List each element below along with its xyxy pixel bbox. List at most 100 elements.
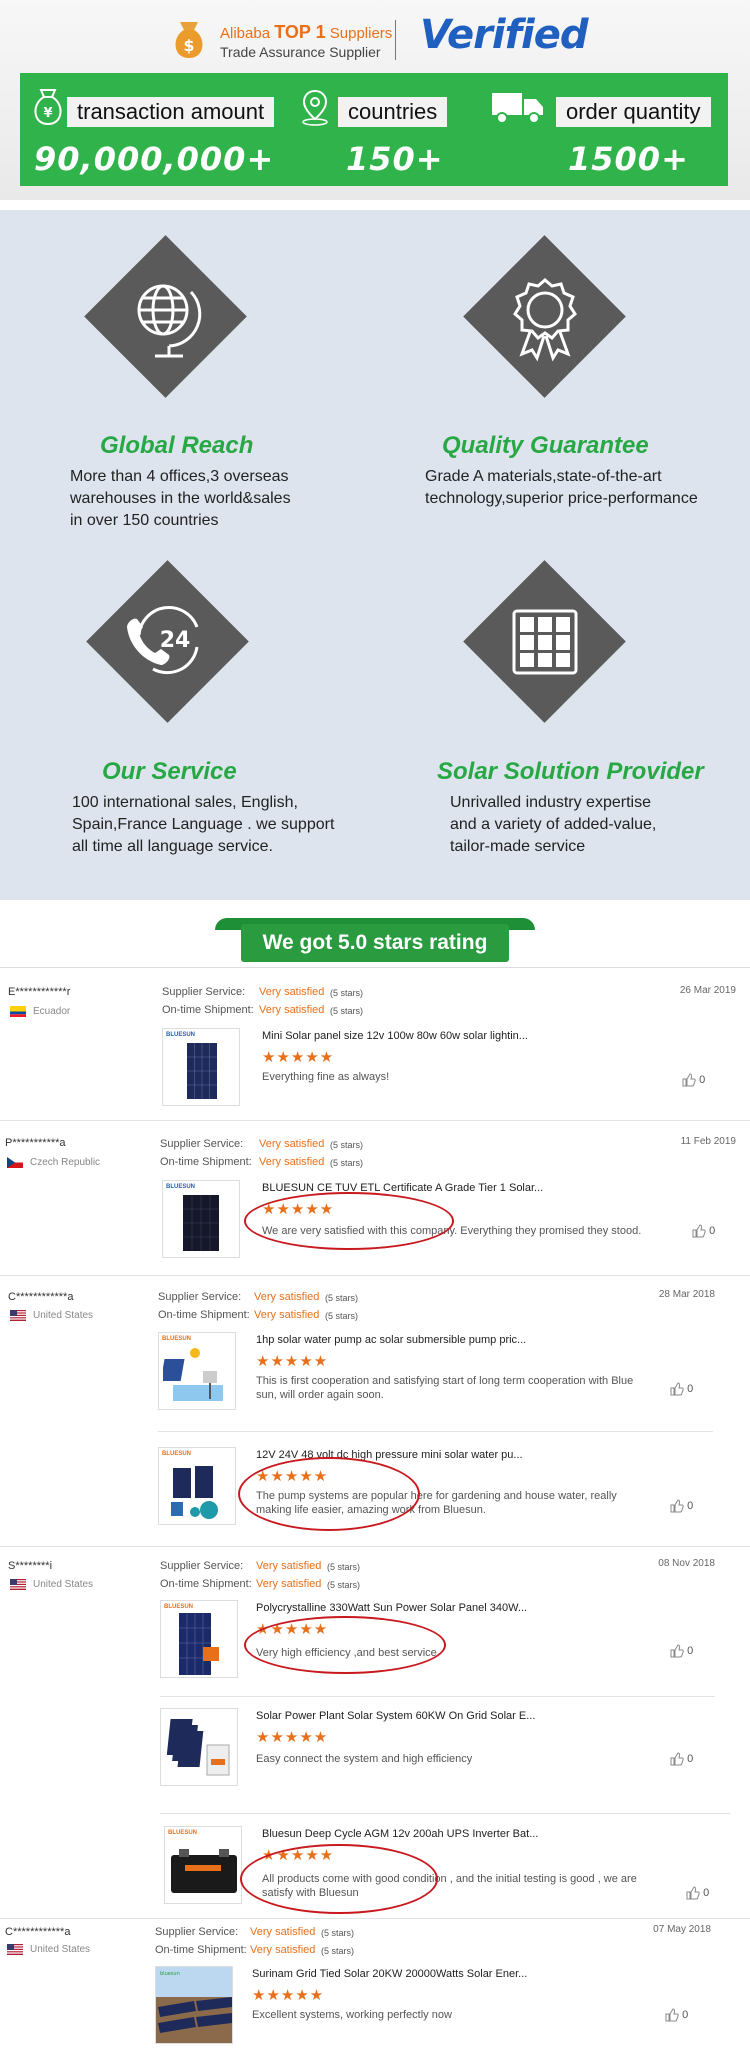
like-button[interactable]: 0 bbox=[692, 1224, 715, 1238]
like-button[interactable]: 0 bbox=[686, 1886, 709, 1900]
product-title-link[interactable]: BLUESUN CE TUV ETL Certificate A Grade T… bbox=[262, 1182, 543, 1194]
rating-stars: ★★★★★ bbox=[252, 1987, 325, 2004]
ecuador-flag-icon bbox=[10, 1006, 26, 1017]
divider bbox=[0, 967, 750, 968]
svg-text:$: $ bbox=[183, 36, 194, 55]
globe-icon bbox=[137, 284, 202, 358]
money-bag-icon: $ bbox=[175, 22, 203, 58]
suppliers-text: Suppliers bbox=[329, 25, 393, 42]
brand-divider bbox=[395, 20, 396, 60]
battery-image bbox=[171, 1849, 237, 1893]
shipment-label: On-time Shipment: bbox=[155, 1944, 247, 1956]
thumb-brand: BLUESUN bbox=[162, 1336, 192, 1342]
review-block: E************r Ecuador Supplier Service:… bbox=[0, 980, 750, 1130]
rating-title: We got 5.0 stars rating bbox=[241, 924, 509, 962]
solar-panel-image bbox=[187, 1043, 217, 1099]
review-block: S********i United States Supplier Servic… bbox=[0, 1556, 750, 1916]
shipment-stars: (5 stars) bbox=[330, 1006, 364, 1016]
reviewer-country: United States bbox=[33, 1579, 94, 1590]
verified-logo: Verified bbox=[420, 12, 588, 58]
review-item: BLUESUN 1hp solar water pump ac solar su… bbox=[158, 1332, 750, 1422]
review-block: P***********a Czech Republic Supplier Se… bbox=[0, 1132, 750, 1282]
product-thumbnail[interactable]: BLUESUN bbox=[164, 1826, 242, 1904]
like-button[interactable]: 0 bbox=[670, 1382, 693, 1396]
like-button[interactable]: 0 bbox=[665, 2008, 688, 2022]
highlight-ellipse bbox=[238, 1457, 420, 1531]
product-thumbnail[interactable]: BLUESUN bbox=[162, 1028, 240, 1106]
product-title-link[interactable]: 1hp solar water pump ac solar submersibl… bbox=[256, 1334, 526, 1346]
shipment-label: On-time Shipment: bbox=[160, 1156, 252, 1168]
water-pump-diagram bbox=[163, 1348, 223, 1401]
like-button[interactable]: 0 bbox=[670, 1499, 693, 1513]
review-comment: This is first cooperation and satisfying… bbox=[256, 1375, 634, 1401]
supplier-service-value: Very satisfied bbox=[259, 986, 325, 998]
thumbs-up-icon bbox=[670, 1499, 684, 1513]
review-item: BLUESUN 12V 24V 48 volt dc high pressure… bbox=[158, 1447, 750, 1537]
product-thumbnail[interactable]: bluesun bbox=[155, 1966, 233, 2044]
like-count: 0 bbox=[687, 1499, 694, 1512]
thumb-brand: BLUESUN bbox=[162, 1451, 192, 1457]
review-item: bluesun Surinam Grid Tied Solar 20KW 200… bbox=[155, 1966, 750, 2056]
phone-24-icon: 24 bbox=[127, 606, 199, 675]
shipment-value: Very satisfied bbox=[259, 1156, 325, 1168]
product-thumbnail[interactable]: BLUESUN bbox=[160, 1600, 238, 1678]
feature-desc-service: 100 international sales, English, Spain,… bbox=[72, 794, 335, 855]
like-count: 0 bbox=[703, 1886, 710, 1899]
solar-panel-icon bbox=[512, 609, 578, 675]
stat-value-transaction: 90,000,000+ bbox=[34, 140, 275, 178]
supplier-service-stars: (5 stars) bbox=[330, 988, 364, 998]
stat-value-countries: 150+ bbox=[346, 140, 444, 178]
reviewer-name: E************r bbox=[8, 986, 71, 998]
review-block: C************a United States Supplier Se… bbox=[0, 1922, 750, 2058]
page: $ Alibaba TOP 1 Suppliers Trade Assuranc… bbox=[0, 0, 750, 2058]
review-item: BLUESUN BLUESUN CE TUV ETL Certificate A… bbox=[162, 1180, 750, 1270]
product-thumbnail[interactable]: BLUESUN bbox=[158, 1332, 236, 1410]
like-button[interactable]: 0 bbox=[670, 1752, 693, 1766]
product-thumbnail[interactable]: BLUESUN bbox=[158, 1447, 236, 1525]
reviewer-name: C************a bbox=[5, 1926, 71, 1938]
review-date: 08 Nov 2018 bbox=[658, 1558, 715, 1569]
like-button[interactable]: 0 bbox=[682, 1073, 705, 1087]
feature-desc-global-reach: More than 4 offices,3 overseas warehouse… bbox=[70, 468, 291, 529]
review-date: 07 May 2018 bbox=[653, 1924, 711, 1935]
reviewer-country: United States bbox=[33, 1310, 94, 1321]
product-title-link[interactable]: Bluesun Deep Cycle AGM 12v 200ah UPS Inv… bbox=[262, 1828, 538, 1840]
supplier-service-stars: (5 stars) bbox=[330, 1140, 364, 1150]
review-divider bbox=[0, 1546, 750, 1547]
rating-stars: ★★★★★ bbox=[256, 1353, 329, 1370]
product-title-link[interactable]: Polycrystalline 330Watt Sun Power Solar … bbox=[256, 1602, 527, 1614]
item-divider bbox=[160, 1813, 730, 1814]
rating-stars: ★★★★★ bbox=[256, 1729, 329, 1746]
product-title-link[interactable]: Solar Power Plant Solar System 60KW On G… bbox=[256, 1710, 535, 1722]
money-bag-icon: ¥ bbox=[34, 89, 62, 126]
feature-title-solar: Solar Solution Provider bbox=[437, 758, 704, 785]
review-date: 26 Mar 2019 bbox=[679, 985, 736, 996]
item-divider bbox=[160, 1696, 715, 1697]
reviewer-name: C************a bbox=[8, 1291, 74, 1303]
supplier-service-label: Supplier Service: bbox=[162, 986, 246, 998]
review-block: C************a United States Supplier Se… bbox=[0, 1286, 750, 1556]
feature-desc-solar: Unrivalled industry expertise and a vari… bbox=[450, 794, 657, 855]
like-count: 0 bbox=[699, 1073, 706, 1086]
supplier-banner: $ Alibaba TOP 1 Suppliers Trade Assuranc… bbox=[0, 0, 750, 200]
review-date: 11 Feb 2019 bbox=[680, 1136, 736, 1147]
product-thumbnail[interactable] bbox=[160, 1708, 238, 1786]
solar-system-image bbox=[167, 1719, 230, 1776]
product-title-link[interactable]: Mini Solar panel size 12v 100w 80w 60w s… bbox=[262, 1030, 528, 1042]
features-section: Global Reach More than 4 offices,3 overs… bbox=[0, 210, 750, 900]
trade-assurance-text: Trade Assurance Supplier bbox=[220, 44, 381, 60]
shipment-stars: (5 stars) bbox=[327, 1580, 361, 1590]
like-count: 0 bbox=[709, 1224, 716, 1237]
supplier-service-label: Supplier Service: bbox=[160, 1138, 244, 1150]
product-thumbnail[interactable]: BLUESUN bbox=[162, 1180, 240, 1258]
solar-panel-image bbox=[179, 1613, 219, 1675]
supplier-service-value: Very satisfied bbox=[259, 1138, 325, 1150]
shipment-value: Very satisfied bbox=[254, 1309, 320, 1321]
rating-header: We got 5.0 stars rating bbox=[215, 918, 535, 964]
solar-farm-image: bluesun bbox=[156, 1967, 232, 2043]
like-button[interactable]: 0 bbox=[670, 1644, 693, 1658]
feature-title-service: Our Service bbox=[102, 758, 237, 785]
feature-desc-quality: Grade A materials,state-of-the-art techn… bbox=[425, 468, 698, 507]
award-badge-icon bbox=[513, 278, 577, 362]
product-title-link[interactable]: Surinam Grid Tied Solar 20KW 20000Watts … bbox=[252, 1968, 527, 1980]
